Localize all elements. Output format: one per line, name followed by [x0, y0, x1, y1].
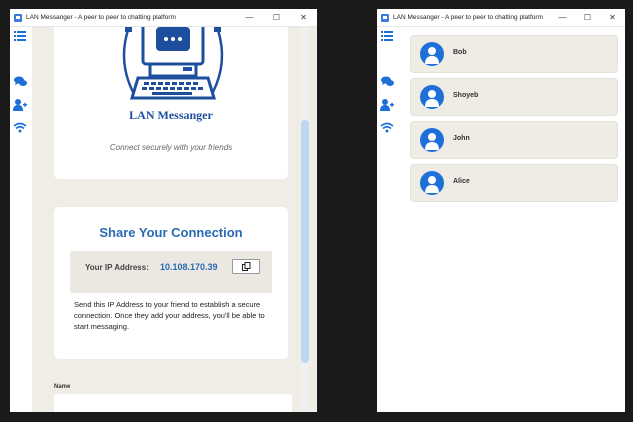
maximize-button[interactable]: ☐	[263, 13, 290, 22]
menu-icon[interactable]	[380, 30, 394, 42]
peer-name: Shoyeb	[453, 92, 479, 99]
sidebar	[377, 27, 399, 412]
title-bar[interactable]: LAN Messanger - A peer to peer to chatti…	[377, 9, 625, 27]
peer-item-john[interactable]: John	[410, 121, 618, 159]
peer-list: Bob Shoyeb John Alice	[399, 27, 625, 412]
scrollbar-thumb[interactable]	[301, 120, 309, 363]
user-avatar-icon	[420, 128, 444, 152]
ip-label: Your IP Address:	[85, 263, 149, 272]
copy-icon	[241, 262, 250, 271]
share-title: Share Your Connection	[99, 225, 243, 240]
ip-value: 10.108.170.39	[160, 262, 218, 272]
chat-icon[interactable]	[380, 75, 394, 87]
close-button[interactable]: ✕	[290, 13, 317, 22]
add-user-icon[interactable]	[13, 99, 27, 111]
home-window: LAN Messanger - A peer to peer to chatti…	[10, 9, 317, 412]
logo-text: LAN Messanger	[129, 108, 213, 122]
copy-button[interactable]	[232, 259, 260, 274]
share-connection-card: Share Your Connection Your IP Address: 1…	[54, 207, 288, 359]
window-title: LAN Messanger - A peer to peer to chatti…	[26, 14, 176, 21]
add-user-icon[interactable]	[380, 99, 394, 111]
peer-item-alice[interactable]: Alice	[410, 164, 618, 202]
app-icon	[14, 13, 22, 22]
peer-name: Alice	[453, 178, 470, 185]
peer-name: Bob	[453, 49, 467, 56]
scrollbar[interactable]	[301, 27, 309, 412]
window-title: LAN Messanger - A peer to peer to chatti…	[393, 14, 543, 21]
peer-name: John	[453, 135, 470, 142]
name-label: Name	[54, 384, 71, 390]
home-content: LAN Messanger Connect securely with your…	[32, 27, 317, 412]
logo-card: LAN Messanger Connect securely with your…	[54, 27, 288, 179]
chat-icon[interactable]	[13, 75, 27, 87]
close-button[interactable]: ✕	[600, 13, 625, 22]
user-avatar-icon	[420, 42, 444, 66]
share-description: Send this IP Address to your friend to e…	[74, 300, 265, 331]
peers-window: LAN Messanger - A peer to peer to chatti…	[377, 9, 625, 412]
peer-item-shoyeb[interactable]: Shoyeb	[410, 78, 618, 116]
ip-address-box: Your IP Address: 10.108.170.39	[70, 251, 272, 293]
name-input[interactable]	[54, 394, 292, 412]
minimize-button[interactable]: —	[550, 13, 575, 22]
wifi-icon[interactable]	[13, 121, 27, 133]
user-avatar-icon	[420, 171, 444, 195]
wifi-icon[interactable]	[380, 121, 394, 133]
minimize-button[interactable]: —	[236, 13, 263, 22]
peer-item-bob[interactable]: Bob	[410, 35, 618, 73]
maximize-button[interactable]: ☐	[575, 13, 600, 22]
menu-icon[interactable]	[13, 30, 27, 42]
tagline: Connect securely with your friends	[109, 143, 233, 152]
user-avatar-icon	[420, 85, 444, 109]
messenger-logo	[122, 27, 224, 100]
app-icon	[381, 13, 389, 22]
title-bar[interactable]: LAN Messanger - A peer to peer to chatti…	[10, 9, 317, 27]
sidebar	[10, 27, 32, 412]
